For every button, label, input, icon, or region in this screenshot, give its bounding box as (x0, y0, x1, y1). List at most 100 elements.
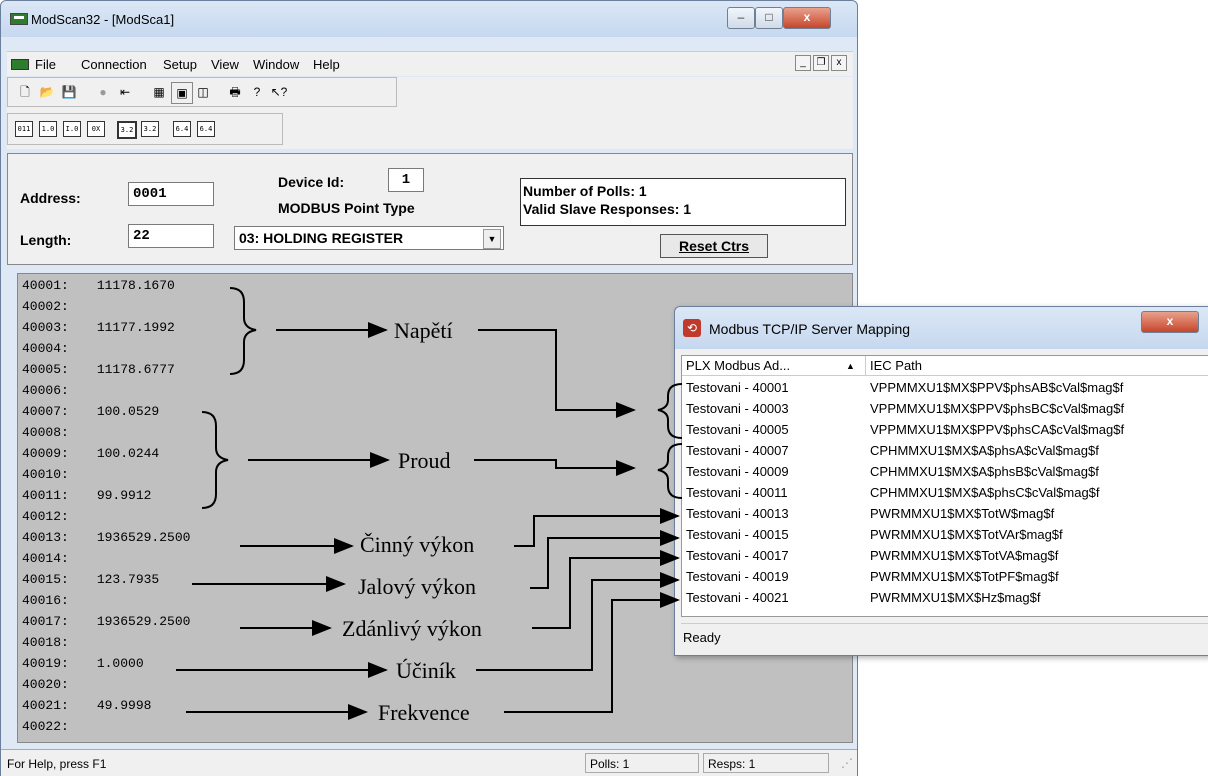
mapping-address: Testovani - 40017 (686, 548, 789, 563)
format-float-icon[interactable]: 3.2 (117, 121, 137, 139)
column-header-plx-address[interactable]: PLX Modbus Ad... ▲ (682, 356, 866, 376)
mapping-row[interactable]: Testovani - 40005 VPPMMXU1$MX$PPV$phsCA$c… (682, 420, 1208, 439)
mdi-close-button[interactable]: x (831, 55, 847, 71)
register-address: 40017: (22, 614, 69, 629)
annotation-apparent-power: Zdánlivý výkon (342, 616, 482, 641)
mapping-window-title: Modbus TCP/IP Server Mapping (709, 321, 911, 337)
register-row: 40012: (22, 509, 97, 524)
mdi-restore-button[interactable]: ❐ (813, 55, 829, 71)
mapping-iec-path: VPPMMXU1$MX$PPV$phsAB$cVal$mag$f (870, 380, 1124, 395)
mapping-address: Testovani - 40015 (686, 527, 789, 542)
help-icon[interactable]: ? (247, 82, 267, 102)
open-folder-icon[interactable]: 📂 (37, 82, 57, 102)
title-bar[interactable]: ModScan32 - [ModSca1] – □ x (1, 1, 857, 37)
format-hex-icon[interactable]: 0X (87, 121, 105, 137)
register-row: 40015: 123.7935 (22, 572, 159, 587)
register-address: 40013: (22, 530, 69, 545)
format-double-swap-icon[interactable]: 6.4 (197, 121, 215, 137)
close-button[interactable]: x (783, 7, 831, 29)
mapping-row[interactable]: Testovani - 40001 VPPMMXU1$MX$PPV$phsAB$c… (682, 378, 1208, 397)
format-double-icon[interactable]: 6.4 (173, 121, 191, 137)
format-binary-icon[interactable]: 011 (15, 121, 33, 137)
document-icon[interactable] (11, 59, 29, 70)
menu-help[interactable]: Help (313, 57, 340, 72)
register-address: 40004: (22, 341, 69, 356)
register-value: 1936529.2500 (96, 614, 191, 629)
register-row: 40004: (22, 341, 97, 356)
minimize-button[interactable]: – (727, 7, 755, 29)
mapping-window: ⟲ Modbus TCP/IP Server Mapping x PLX Mod… (674, 306, 1208, 656)
mapping-iec-path: CPHMMXU1$MX$A$phsC$cVal$mag$f (870, 485, 1100, 500)
register-address: 40001: (22, 278, 69, 293)
length-input[interactable]: 22 (128, 224, 214, 248)
menu-view[interactable]: View (211, 57, 239, 72)
mapping-row[interactable]: Testovani - 40015 PWRMMXU1$MX$TotVAr$mag$… (682, 525, 1208, 544)
print-icon[interactable]: 🖶 (225, 82, 245, 102)
column-header-iec-path[interactable]: IEC Path (866, 356, 1208, 376)
format-float-swap-icon[interactable]: 3.2 (141, 121, 159, 137)
mapping-address: Testovani - 40001 (686, 380, 789, 395)
maximize-button[interactable]: □ (755, 7, 783, 29)
format-decimal-icon[interactable]: 1.0 (39, 121, 57, 137)
mapping-close-button[interactable]: x (1141, 311, 1199, 333)
sort-ascending-icon: ▲ (846, 361, 855, 371)
mapping-row[interactable]: Testovani - 40007 CPHMMXU1$MX$A$phsA$cVal… (682, 441, 1208, 460)
menu-bar: File Connection Setup View Window Help _… (7, 51, 853, 76)
register-value: 49.9998 (96, 698, 152, 713)
point-type-value: 03: HOLDING REGISTER (239, 230, 404, 246)
new-file-icon[interactable]: 🗋 (15, 82, 35, 102)
point-type-select[interactable]: 03: HOLDING REGISTER ▼ (234, 226, 504, 250)
mapping-row[interactable]: Testovani - 40019 PWRMMXU1$MX$TotPF$mag$f (682, 567, 1208, 586)
address-input[interactable]: 0001 (128, 182, 214, 206)
mapping-row[interactable]: Testovani - 40009 CPHMMXU1$MX$A$phsB$cVal… (682, 462, 1208, 481)
register-address: 40014: (22, 551, 69, 566)
register-row: 40021: 49.9998 (22, 698, 151, 713)
save-icon[interactable]: 💾 (59, 82, 79, 102)
mapping-address: Testovani - 40013 (686, 506, 789, 521)
connection-panel: Address: 0001 Length: 22 Device Id: 1 MO… (7, 153, 853, 265)
status-bar: For Help, press F1 Polls: 1 Resps: 1 ⋰ (1, 749, 857, 776)
connect-icon[interactable]: ● (93, 82, 113, 102)
display-icon[interactable]: ▦ (149, 82, 169, 102)
mapping-iec-path: PWRMMXU1$MX$Hz$mag$f (870, 590, 1041, 605)
chevron-down-icon[interactable]: ▼ (483, 229, 501, 249)
register-address: 40007: (22, 404, 69, 419)
resize-grip-icon[interactable]: ⋰ (841, 756, 853, 770)
menu-setup[interactable]: Setup (163, 57, 197, 72)
mapping-app-icon: ⟲ (683, 319, 701, 337)
menu-connection[interactable]: Connection (81, 57, 147, 72)
register-row: 40008: (22, 425, 97, 440)
reset-counters-button[interactable]: Reset Ctrs (660, 234, 768, 258)
register-address: 40022: (22, 719, 69, 734)
mapping-iec-path: PWRMMXU1$MX$TotVAr$mag$f (870, 527, 1063, 542)
mapping-row[interactable]: Testovani - 40011 CPHMMXU1$MX$A$phsC$cVal… (682, 483, 1208, 502)
annotation-frequency: Frekvence (378, 700, 470, 725)
length-label: Length: (20, 232, 72, 248)
mapping-address: Testovani - 40005 (686, 422, 789, 437)
mapping-title-bar[interactable]: ⟲ Modbus TCP/IP Server Mapping x (675, 307, 1208, 349)
device-id-input[interactable]: 1 (388, 168, 424, 192)
menu-file[interactable]: File (35, 57, 56, 72)
annotation-current: Proud (398, 448, 451, 473)
mdi-minimize-button[interactable]: _ (795, 55, 811, 71)
mapping-row[interactable]: Testovani - 40003 VPPMMXU1$MX$PPV$phsBC$c… (682, 399, 1208, 418)
window-icon[interactable]: ◫ (193, 82, 213, 102)
register-row: 40017: 1936529.2500 (22, 614, 190, 629)
mapping-row[interactable]: Testovani - 40017 PWRMMXU1$MX$TotVA$mag$f (682, 546, 1208, 565)
mapping-iec-path: PWRMMXU1$MX$TotPF$mag$f (870, 569, 1059, 584)
disconnect-icon[interactable]: ⇤ (115, 82, 135, 102)
mapping-row[interactable]: Testovani - 40021 PWRMMXU1$MX$Hz$mag$f (682, 588, 1208, 607)
register-row: 40020: (22, 677, 97, 692)
window-title: ModScan32 - [ModSca1] (31, 12, 175, 27)
mapping-row[interactable]: Testovani - 40013 PWRMMXU1$MX$TotW$mag$f (682, 504, 1208, 523)
register-address: 40010: (22, 467, 69, 482)
display-mode-icon[interactable]: ▣ (171, 82, 193, 104)
address-label: Address: (20, 190, 81, 206)
annotation-active-power: Činný výkon (360, 532, 475, 557)
menu-window[interactable]: Window (253, 57, 299, 72)
context-help-icon[interactable]: ↖? (269, 82, 289, 102)
format-integer-icon[interactable]: I.0 (63, 121, 81, 137)
register-row: 40001: 11178.1670 (22, 278, 175, 293)
toolbar: 🗋 📂 💾 ● ⇤ ▦ ▣ ◫ 🖶 ? ↖? 011 1.0 I.0 0X 3.… (7, 77, 853, 149)
mapping-iec-path: VPPMMXU1$MX$PPV$phsBC$cVal$mag$f (870, 401, 1125, 416)
